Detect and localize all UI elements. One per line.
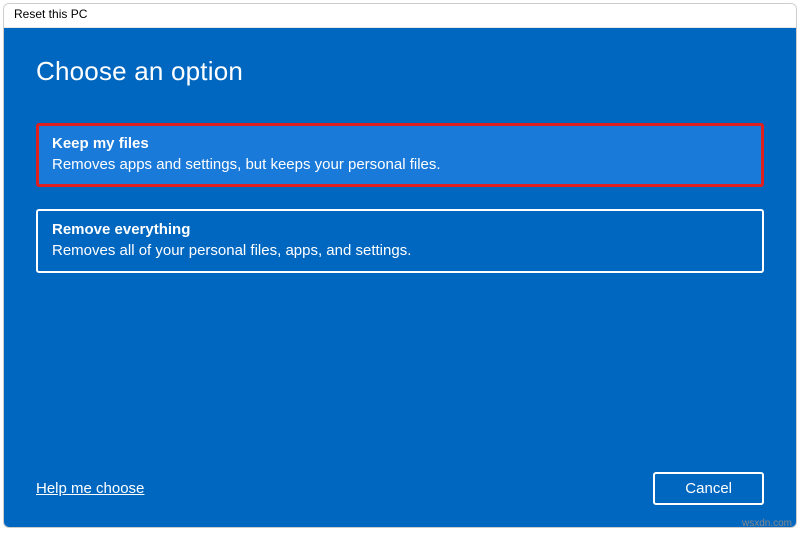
page-heading: Choose an option bbox=[36, 56, 764, 87]
option-remove-everything[interactable]: Remove everything Removes all of your pe… bbox=[36, 209, 764, 273]
option-description: Removes apps and settings, but keeps you… bbox=[52, 156, 748, 173]
help-me-choose-link[interactable]: Help me choose bbox=[36, 480, 144, 497]
window-title-bar: Reset this PC bbox=[4, 4, 796, 28]
window-title: Reset this PC bbox=[14, 7, 87, 21]
dialog-footer: Help me choose Cancel bbox=[36, 472, 764, 505]
cancel-button[interactable]: Cancel bbox=[653, 472, 764, 505]
option-keep-my-files[interactable]: Keep my files Removes apps and settings,… bbox=[36, 123, 764, 187]
option-title: Keep my files bbox=[52, 135, 748, 152]
watermark-text: wsxdn.com bbox=[742, 518, 792, 529]
reset-pc-window: Reset this PC Choose an option Keep my f… bbox=[3, 3, 797, 528]
option-title: Remove everything bbox=[52, 221, 748, 238]
option-description: Removes all of your personal files, apps… bbox=[52, 242, 748, 259]
dialog-content: Choose an option Keep my files Removes a… bbox=[4, 28, 796, 527]
